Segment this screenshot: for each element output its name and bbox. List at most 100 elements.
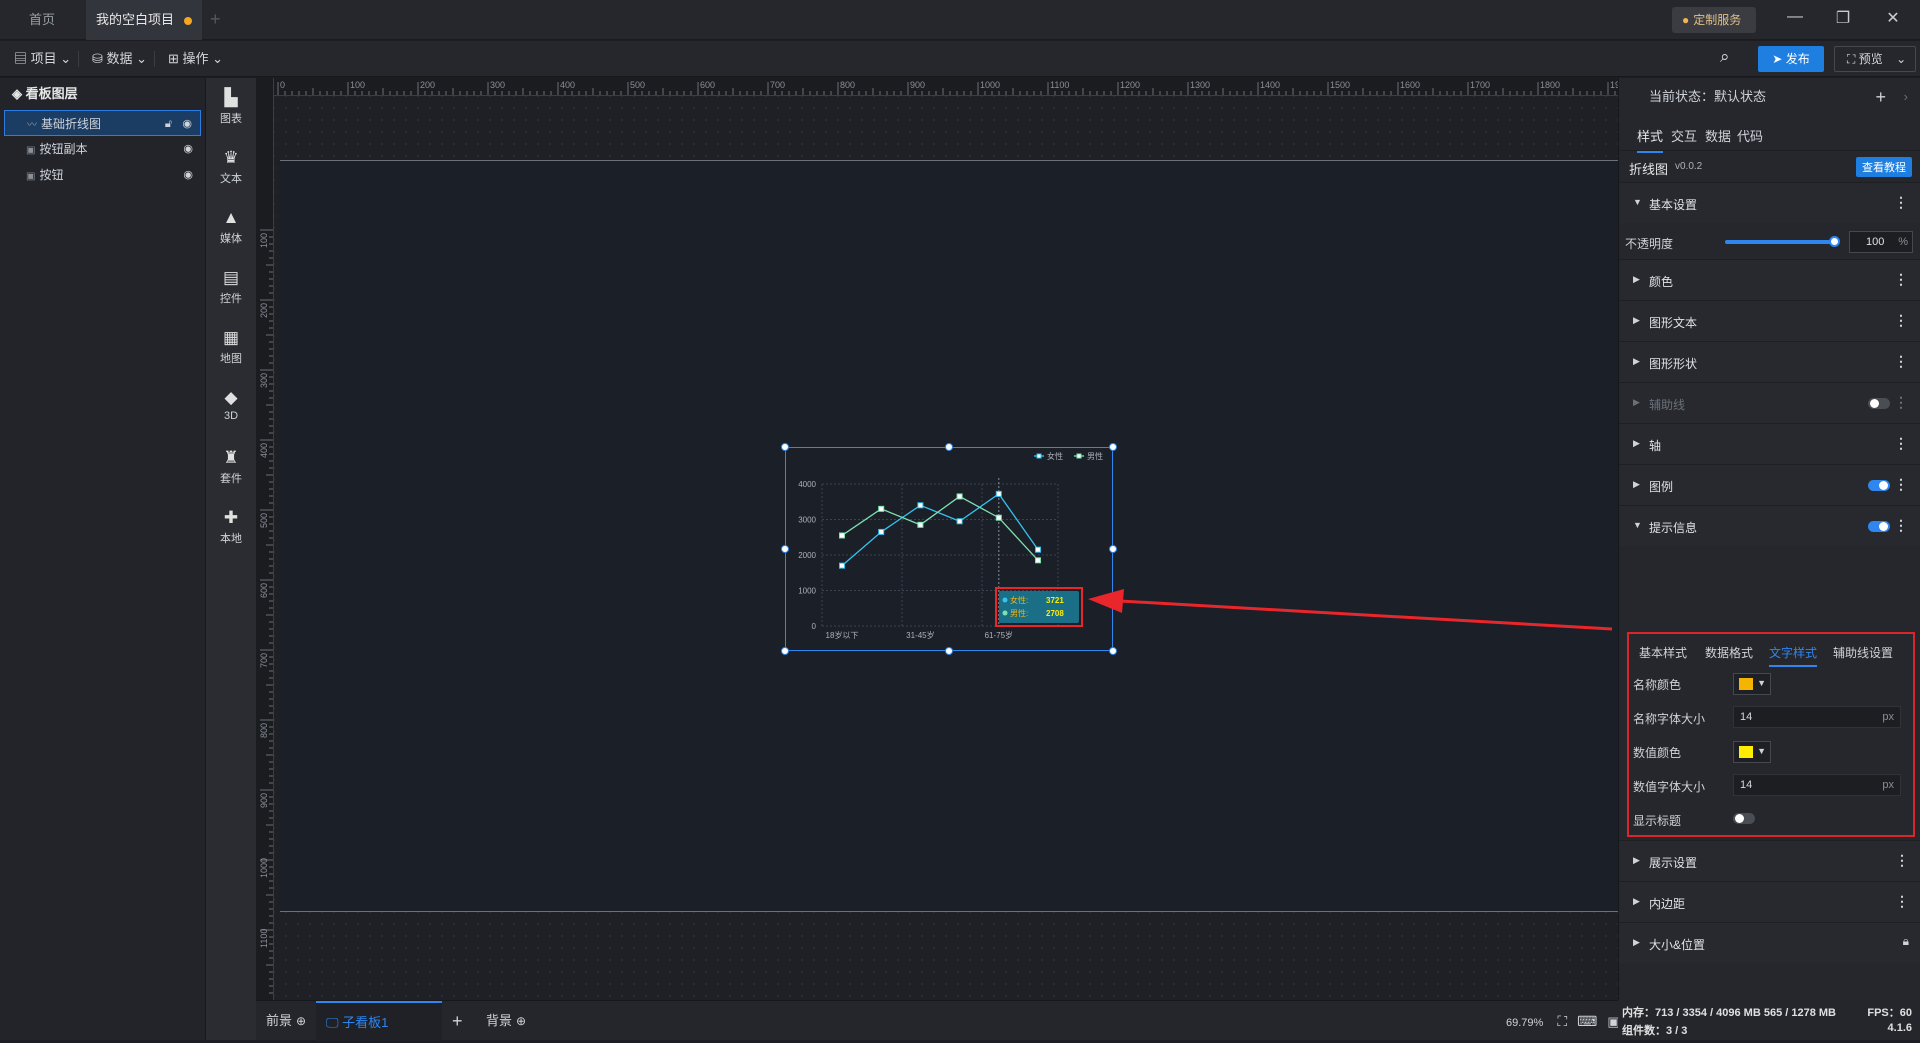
tool-3d[interactable]: ◆ 3D — [206, 388, 256, 422]
add-tab-icon[interactable]: + — [210, 9, 221, 30]
tab-home[interactable]: 首页 — [0, 0, 84, 40]
fit-screen-icon[interactable]: ⛶ — [1557, 1013, 1567, 1029]
preview-button[interactable]: ⛶ 预览 ⌄ — [1834, 46, 1916, 72]
section-size-position[interactable]: ▶ 大小&位置 🔒︎ — [1619, 922, 1920, 963]
menu-operation[interactable]: ⊞ 操作 ⌄ — [168, 49, 223, 69]
resize-handle-t[interactable] — [945, 443, 953, 451]
subtab-guide-settings[interactable]: 辅助线设置 — [1833, 644, 1893, 661]
section-color[interactable]: ▶ 颜色 ⋮ — [1619, 259, 1920, 300]
subtab-text-style[interactable]: 文字样式 — [1769, 644, 1818, 667]
more-icon[interactable]: ⋮ — [1894, 394, 1908, 411]
component-count: 组件数：3 / 3 — [1622, 1025, 1688, 1037]
tool-media[interactable]: ▲ 媒体 — [206, 208, 256, 246]
tool-local[interactable]: ✚ 本地 — [206, 508, 256, 546]
tab-project[interactable]: 我的空白项目 — [86, 0, 202, 40]
resize-handle-b[interactable] — [945, 647, 953, 655]
keyboard-icon[interactable]: ⌨ — [1577, 1013, 1597, 1029]
eye-icon[interactable]: ◉ — [183, 162, 193, 188]
more-icon[interactable]: ⋮ — [1894, 271, 1908, 288]
section-label: 内边距 — [1649, 897, 1686, 911]
layer-item-button[interactable]: ▣ 按钮 ◉ — [4, 162, 201, 188]
line-chart-component[interactable]: 4000 3000 2000 1000 0 18岁以下 31-45岁 61-75岁 女性 男性 女性… — [781, 443, 1117, 655]
value-color-label: 数值颜色 — [1633, 746, 1682, 760]
resize-handle-l[interactable] — [781, 545, 789, 553]
section-display-settings[interactable]: ▶ 展示设置 ⋮ — [1619, 840, 1920, 881]
show-title-toggle[interactable] — [1733, 813, 1755, 824]
name-color-picker[interactable]: ▼ — [1733, 673, 1771, 695]
chart-tooltip: 女性: 3721 男性: 2708 — [995, 587, 1083, 627]
subtab-basic-style[interactable]: 基本样式 — [1639, 644, 1687, 661]
more-icon[interactable]: ⋮ — [1894, 194, 1908, 211]
tab-code[interactable]: 代码 — [1737, 126, 1763, 145]
tab-interaction[interactable]: 交互 — [1671, 126, 1697, 145]
value-color-picker[interactable]: ▼ — [1733, 741, 1771, 763]
legend-toggle[interactable] — [1868, 480, 1890, 491]
tooltip-name: 女性: — [1010, 595, 1028, 605]
publish-button[interactable]: ➤ 发布 — [1758, 46, 1824, 72]
more-icon[interactable]: ⋮ — [1894, 476, 1908, 493]
sub-board-tab[interactable]: 🖵︎ 子看板1 — [316, 1001, 442, 1041]
value-font-size-input[interactable]: 14 px — [1733, 774, 1901, 796]
resize-handle-tr[interactable] — [1109, 443, 1117, 451]
section-axis[interactable]: ▶ 轴 ⋮ — [1619, 423, 1920, 464]
custom-service-button[interactable]: ● 定制服务 — [1672, 7, 1756, 33]
eye-icon[interactable]: ◉ — [182, 111, 192, 137]
more-icon[interactable]: ⋮ — [1894, 353, 1908, 370]
section-graphic-shape[interactable]: ▶ 图形形状 ⋮ — [1619, 341, 1920, 382]
resize-handle-tl[interactable] — [781, 443, 789, 451]
data-point — [878, 528, 885, 535]
tool-map[interactable]: ▦ 地图 — [206, 328, 256, 366]
resize-handle-br[interactable] — [1109, 647, 1117, 655]
minimize-icon[interactable]: — — [1780, 8, 1810, 26]
add-circle-icon[interactable]: ⊕ — [516, 1014, 526, 1028]
close-icon[interactable]: ✕ — [1878, 8, 1908, 28]
add-state-icon[interactable]: + — [1875, 78, 1886, 116]
tab-style[interactable]: 样式 — [1637, 126, 1664, 153]
section-padding[interactable]: ▶ 内边距 ⋮ — [1619, 881, 1920, 922]
more-icon[interactable]: ⋮ — [1894, 312, 1908, 329]
menu-data[interactable]: ⛁ 数据 ⌄ — [92, 49, 156, 69]
front-layer-tab[interactable]: 前景 ⊕ — [266, 1001, 320, 1041]
background-layer-tab[interactable]: 背景 ⊕ — [486, 1001, 546, 1041]
section-guide-line[interactable]: ▶ 辅助线 ⋮ — [1619, 382, 1920, 423]
search-icon[interactable]: ⌕ — [1720, 47, 1730, 67]
more-icon[interactable]: ⋮ — [1895, 893, 1909, 910]
layer-item-button-copy[interactable]: ▣ 按钮副本 ◉ — [4, 136, 201, 162]
section-tooltip[interactable]: ▼ 提示信息 ⋮ — [1619, 505, 1920, 546]
opacity-input[interactable]: 100% — [1849, 231, 1913, 253]
tooltip-toggle[interactable] — [1868, 521, 1890, 532]
unlock-icon[interactable]: 🔓︎ — [165, 111, 172, 137]
section-legend[interactable]: ▶ 图例 ⋮ — [1619, 464, 1920, 505]
opacity-slider-thumb[interactable] — [1829, 236, 1840, 247]
bar-chart-icon: ▙ — [224, 88, 238, 107]
view-tutorial-button[interactable]: 查看教程 — [1856, 157, 1912, 177]
more-icon[interactable]: ⋮ — [1894, 435, 1908, 452]
caret-right-icon: ▶ — [1633, 397, 1640, 407]
add-board-icon[interactable]: + — [452, 1001, 463, 1041]
lock-icon[interactable]: 🔒︎ — [1903, 934, 1909, 949]
restore-icon[interactable]: ❐ — [1828, 8, 1858, 28]
tool-text[interactable]: ♛ 文本 — [206, 148, 256, 186]
menu-project[interactable]: ▤ 项目 ⌄ — [14, 49, 80, 69]
name-font-size-input[interactable]: 14 px — [1733, 706, 1901, 728]
more-icon[interactable]: ⋮ — [1894, 517, 1908, 534]
section-graphic-text[interactable]: ▶ 图形文本 ⋮ — [1619, 300, 1920, 341]
add-circle-icon[interactable]: ⊕ — [296, 1014, 306, 1028]
resize-handle-r[interactable] — [1109, 545, 1117, 553]
chevron-right-icon[interactable]: › — [1904, 78, 1908, 116]
opacity-slider-track[interactable] — [1725, 240, 1835, 244]
subtab-data-format[interactable]: 数据格式 — [1705, 644, 1753, 661]
layer-item-line-chart[interactable]: 〰基础折线图 🔓︎ ◉ — [4, 110, 201, 136]
eye-icon[interactable]: ◉ — [183, 136, 193, 162]
section-basic-settings[interactable]: ▼ 基本设置 ⋮ — [1619, 182, 1920, 223]
guide-line-toggle[interactable] — [1868, 398, 1890, 409]
name-color-row: 名称颜色 ▼ — [1629, 666, 1913, 700]
app-version: 4.1.6 — [1887, 1022, 1912, 1034]
resize-handle-bl[interactable] — [781, 647, 789, 655]
zoom-level[interactable]: 69.79% ⛶ ⌨ ▣ — [1506, 1001, 1620, 1041]
tab-data[interactable]: 数据 — [1705, 126, 1731, 145]
tool-control[interactable]: ▤ 控件 — [206, 268, 256, 306]
tool-chart[interactable]: ▙ 图表 — [206, 88, 256, 126]
more-icon[interactable]: ⋮ — [1895, 852, 1909, 869]
tool-kit[interactable]: ♜ 套件 — [206, 448, 256, 486]
